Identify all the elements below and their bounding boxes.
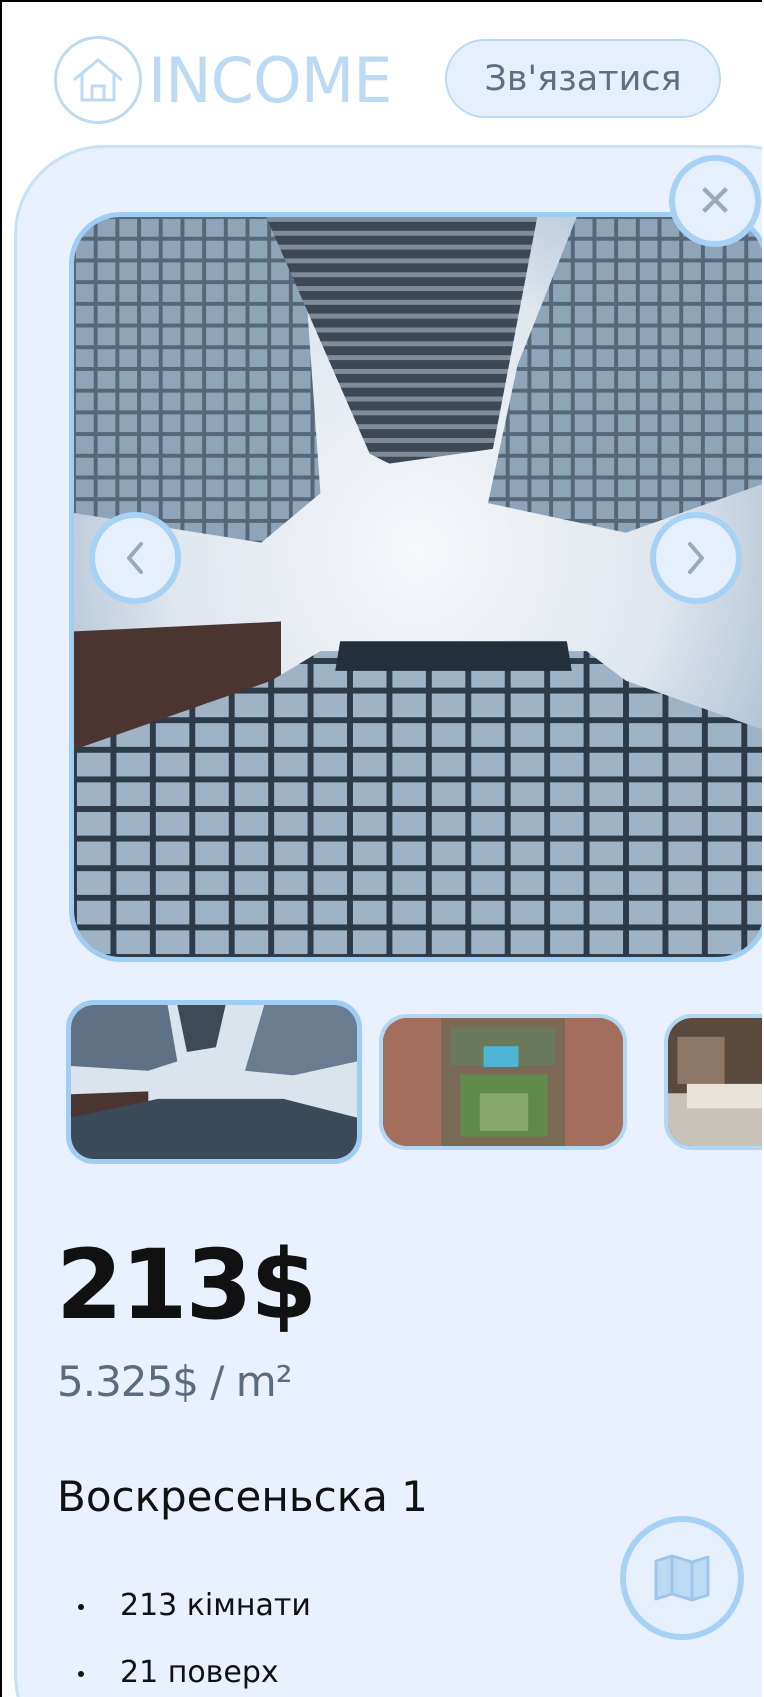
contact-button[interactable]: Зв'язатися	[445, 39, 721, 118]
thumbnail-1[interactable]	[66, 1000, 362, 1164]
main-photo[interactable]	[69, 212, 762, 962]
next-photo-button[interactable]	[650, 512, 742, 604]
prev-photo-button[interactable]	[89, 512, 181, 604]
logo-text: INCOME	[148, 43, 392, 117]
close-button[interactable]: ✕	[669, 155, 761, 247]
close-icon: ✕	[696, 175, 734, 227]
logo[interactable]: INCOME	[54, 28, 392, 132]
list-item: 21 поверх	[74, 1655, 311, 1697]
address: Воскресеньска 1	[57, 1472, 428, 1521]
map-icon	[654, 1554, 710, 1602]
chevron-right-icon	[688, 542, 704, 574]
price: 213$	[56, 1229, 317, 1341]
map-button[interactable]	[620, 1516, 744, 1640]
price-per-m2: 5.325$ / m²	[57, 1357, 293, 1406]
thumbnail-3[interactable]	[664, 1014, 762, 1150]
list-item: 213 кімнати	[74, 1588, 311, 1655]
thumbnail-2[interactable]	[379, 1014, 627, 1150]
page: INCOME Зв'язатися ✕ 213$ 5.325$ / m² Вос…	[0, 0, 762, 1697]
house-icon	[54, 36, 142, 124]
features-list: 213 кімнати 21 поверх	[74, 1588, 311, 1697]
chevron-left-icon	[127, 542, 143, 574]
